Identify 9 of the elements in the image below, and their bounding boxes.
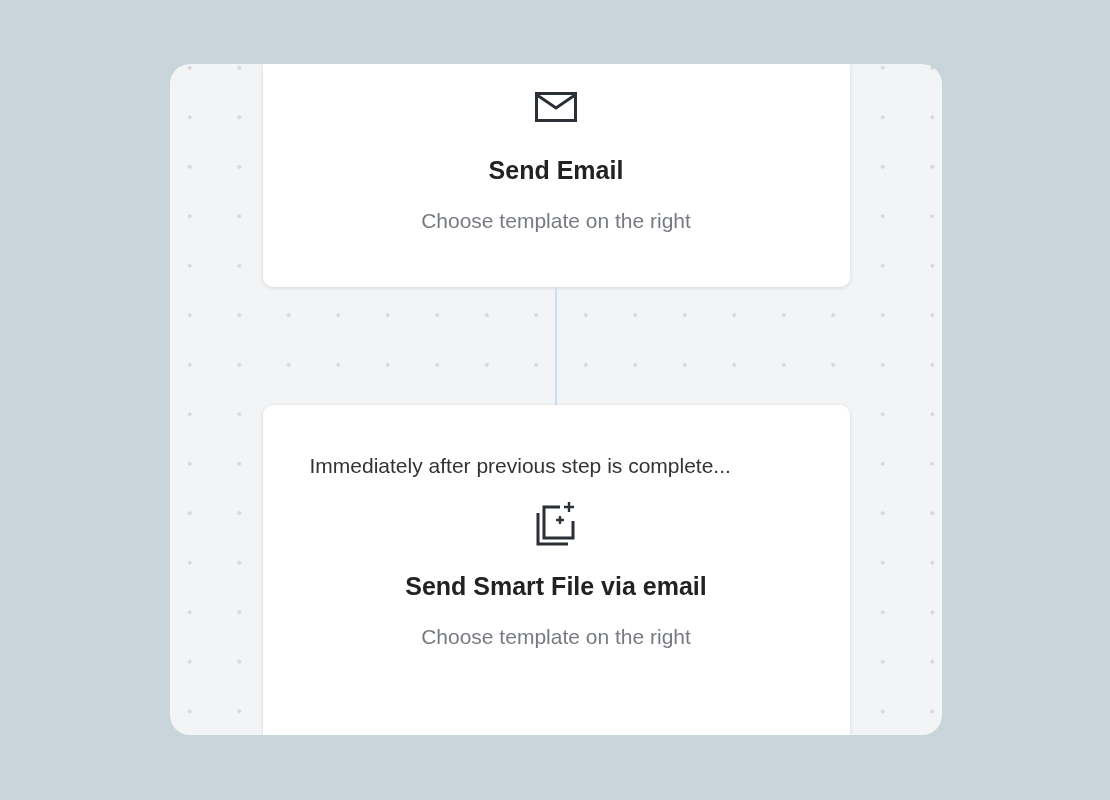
step-hint: Choose template on the right [421,209,691,233]
step-timing: Immediately after previous step is complete... [309,453,732,479]
step-hint: Choose template on the right [421,625,691,649]
step-title: Send Smart File via email [405,572,707,601]
envelope-icon [535,92,577,122]
step-card[interactable]: Send Email Choose template on the right [262,64,850,287]
step-card[interactable]: Immediately after previous step is complete... Send Smart File via email Choose template on the right [262,405,850,735]
step-title: Send Email [488,156,624,185]
sparkle-document-icon [535,502,577,546]
